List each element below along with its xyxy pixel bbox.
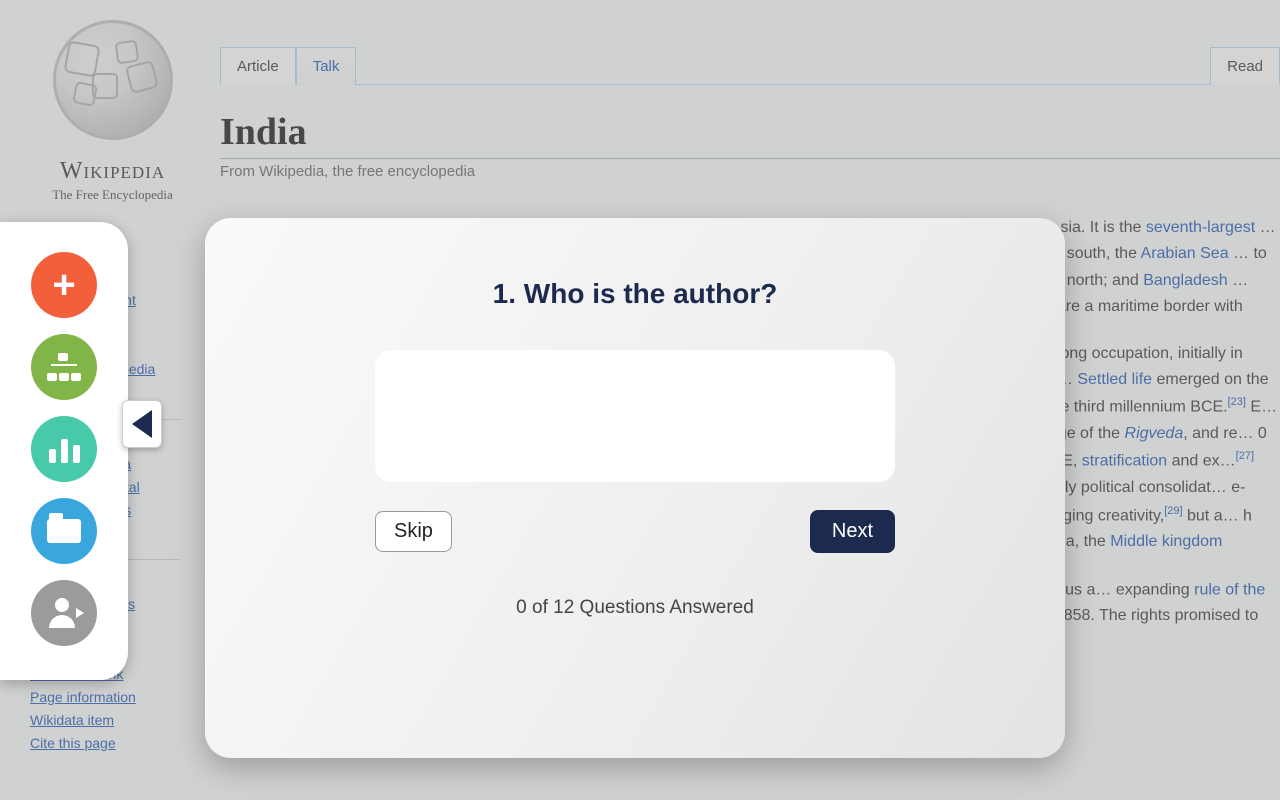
ref[interactable]: [23] — [1228, 396, 1246, 408]
link[interactable]: Rigveda — [1125, 425, 1184, 442]
ref[interactable]: [29] — [1164, 505, 1182, 517]
sb-link[interactable]: Page information — [30, 686, 195, 709]
quiz-answer-input[interactable] — [375, 350, 895, 482]
logo-wordmark: Wikipedia — [30, 158, 195, 185]
tab-read[interactable]: Read — [1210, 47, 1280, 85]
share-user-icon[interactable] — [31, 580, 97, 646]
quiz-question: 1. Who is the author? — [305, 278, 965, 310]
page-subtitle: From Wikipedia, the free encyclopedia — [220, 163, 1280, 180]
link[interactable]: stratification — [1082, 453, 1167, 470]
article-paragraph: … sia. It is the seventh-largest … the s… — [1040, 215, 1280, 321]
link[interactable]: Arabian Sea — [1141, 245, 1229, 262]
add-icon[interactable] — [31, 252, 97, 318]
org-chart-icon[interactable] — [31, 334, 97, 400]
link[interactable]: Middle kingdom — [1110, 533, 1222, 550]
chart-icon[interactable] — [31, 416, 97, 482]
tool-dock — [0, 222, 128, 680]
folder-icon[interactable] — [31, 498, 97, 564]
quiz-progress-text: 0 of 12 Questions Answered — [305, 597, 965, 619]
quiz-modal: 1. Who is the author? Skip Next 0 of 12 … — [205, 218, 1065, 758]
link[interactable]: Bangladesh — [1143, 272, 1228, 289]
sb-link[interactable]: Cite this page — [30, 732, 195, 755]
ref[interactable]: [27] — [1236, 450, 1254, 462]
link[interactable]: Settled life — [1077, 371, 1152, 388]
next-button[interactable]: Next — [810, 510, 895, 553]
article-paragraph: … ong occupation, initially in va… Settl… — [1040, 341, 1280, 556]
wikipedia-logo[interactable] — [48, 20, 178, 150]
globe-icon — [53, 20, 173, 140]
dock-collapse-button[interactable] — [122, 400, 162, 448]
tabs-row: Article Talk Read — [220, 25, 1280, 85]
link[interactable]: seventh-largest — [1146, 219, 1255, 236]
page-title: India — [220, 110, 1280, 159]
logo-tagline: The Free Encyclopedia — [30, 187, 195, 203]
sb-link[interactable]: Wikidata item — [30, 709, 195, 732]
tab-talk[interactable]: Talk — [296, 47, 357, 85]
chevron-left-icon — [132, 410, 152, 438]
skip-button[interactable]: Skip — [375, 511, 452, 552]
tab-article[interactable]: Article — [220, 47, 296, 85]
